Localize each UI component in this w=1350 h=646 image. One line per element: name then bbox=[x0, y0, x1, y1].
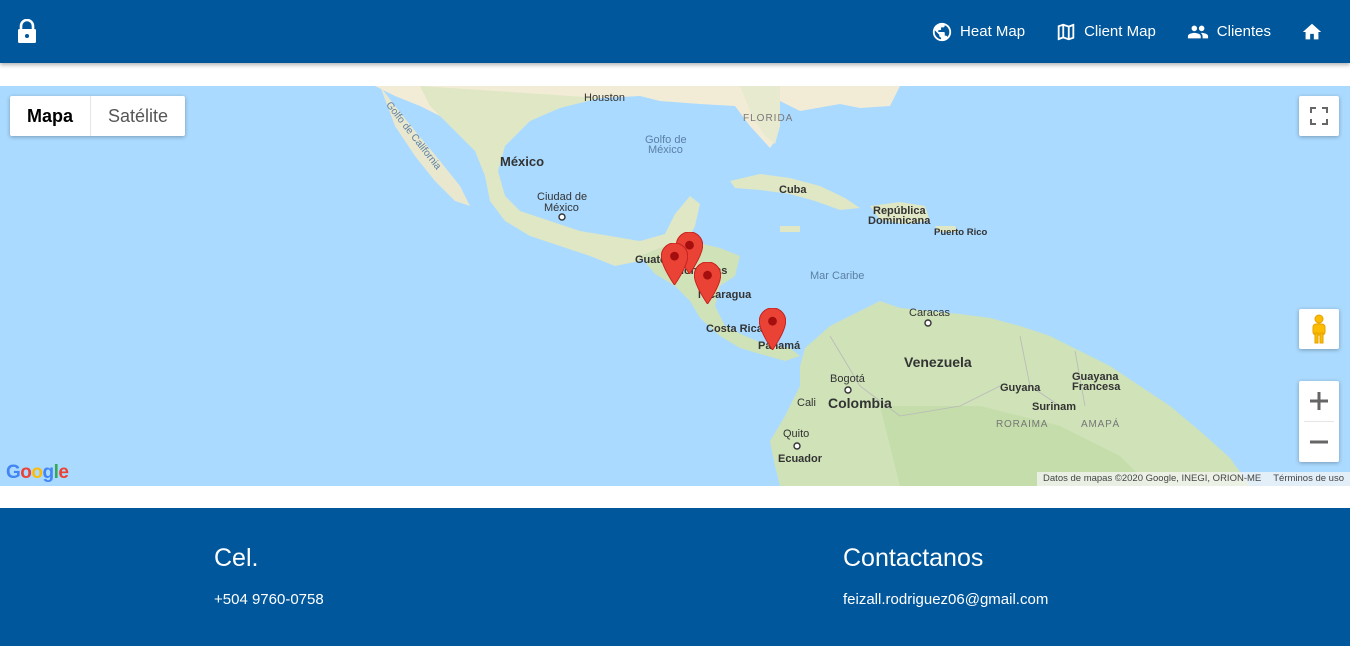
map-canvas[interactable]: Houston Golfo de California Golfo de Méx… bbox=[0, 86, 1350, 486]
footer: Cel. +504 9760-0758 Contactanos feizall.… bbox=[0, 508, 1350, 646]
map-label-quito: Quito bbox=[783, 428, 810, 440]
google-logo[interactable]: Google bbox=[6, 462, 69, 484]
map-label-caracas: Caracas bbox=[909, 307, 950, 319]
terms-of-use-link[interactable]: Términos de uso bbox=[1273, 472, 1344, 486]
map-icon bbox=[1057, 23, 1075, 40]
map-label-guyana: Guyana bbox=[1000, 382, 1041, 394]
nav-heat-map-label: Heat Map bbox=[960, 23, 1026, 40]
map-type-control: Mapa Satélite bbox=[10, 96, 186, 136]
map-label-cuba: Cuba bbox=[779, 184, 807, 196]
map-label-mar-caribe: Mar Caribe bbox=[810, 270, 865, 282]
map-label-cdmx-2: México bbox=[544, 202, 579, 214]
pegman-icon bbox=[1312, 314, 1326, 344]
nav-heat-map[interactable]: Heat Map bbox=[931, 21, 1025, 43]
nav-clientes-label: Clientes bbox=[1216, 23, 1271, 40]
home-icon bbox=[1302, 23, 1322, 39]
map-attribution: Datos de mapas ©2020 Google, INEGI, ORIO… bbox=[1037, 472, 1350, 486]
street-view-pegman-button[interactable] bbox=[1299, 309, 1339, 349]
footer-phone-title: Cel. bbox=[214, 544, 259, 572]
top-app-bar: Heat Map Client Map Clientes bbox=[0, 0, 1350, 63]
people-icon bbox=[1187, 25, 1208, 38]
map-marker[interactable] bbox=[759, 308, 786, 350]
map-type-satellite-button[interactable]: Satélite bbox=[91, 96, 185, 136]
map-label-rd-2: Dominicana bbox=[868, 215, 931, 227]
map-label-venezuela: Venezuela bbox=[904, 354, 972, 370]
footer-phone-section: Cel. +504 9760-0758 bbox=[214, 544, 324, 608]
footer-contact-email[interactable]: feizall.rodriguez06@gmail.com bbox=[843, 591, 1048, 608]
nav-clientes[interactable]: Clientes bbox=[1186, 21, 1271, 43]
map-label-amapa: AMAPÁ bbox=[1081, 419, 1121, 430]
footer-phone-number: +504 9760-0758 bbox=[214, 591, 324, 608]
map-label-florida: FLORIDA bbox=[743, 113, 794, 124]
map-label-houston: Houston bbox=[584, 92, 625, 104]
map-label-costa-rica: Costa Rica bbox=[706, 323, 763, 335]
map-label-guayana-francesa-2: Francesa bbox=[1072, 381, 1121, 393]
map-marker[interactable] bbox=[661, 243, 688, 285]
globe-icon bbox=[932, 22, 952, 41]
map-type-map-button[interactable]: Mapa bbox=[10, 96, 92, 136]
map-label-cali: Cali bbox=[797, 397, 816, 409]
map-label-puerto-rico: Puerto Rico bbox=[934, 227, 988, 238]
map-label-mexico: México bbox=[500, 154, 545, 169]
map-label-roraima: RORAIMA bbox=[996, 419, 1049, 430]
nav-client-map[interactable]: Client Map bbox=[1055, 21, 1156, 43]
minus-icon bbox=[1310, 440, 1328, 444]
map-label-surinam: Surinam bbox=[1032, 401, 1077, 413]
map-label-ecuador: Ecuador bbox=[778, 453, 823, 465]
zoom-control bbox=[1299, 381, 1339, 462]
lock-icon[interactable] bbox=[16, 18, 38, 43]
footer-contact-title: Contactanos bbox=[843, 544, 984, 572]
nav-client-map-label: Client Map bbox=[1084, 23, 1156, 40]
fullscreen-button[interactable] bbox=[1299, 96, 1339, 136]
nav-home[interactable] bbox=[1301, 21, 1330, 43]
plus-icon bbox=[1310, 392, 1328, 410]
zoom-in-button[interactable] bbox=[1299, 381, 1339, 421]
map-label-gulf-mexico-2: México bbox=[648, 144, 683, 156]
map-marker[interactable] bbox=[694, 262, 721, 304]
top-nav: Heat Map Client Map Clientes bbox=[931, 0, 1350, 63]
zoom-out-button[interactable] bbox=[1299, 422, 1339, 462]
map-label-bogota: Bogotá bbox=[830, 373, 865, 385]
footer-contact-section: Contactanos feizall.rodriguez06@gmail.co… bbox=[843, 544, 1048, 608]
fullscreen-icon bbox=[1310, 107, 1328, 125]
map-label-colombia: Colombia bbox=[828, 395, 892, 411]
map-data-credit: Datos de mapas ©2020 Google, INEGI, ORIO… bbox=[1043, 473, 1262, 484]
